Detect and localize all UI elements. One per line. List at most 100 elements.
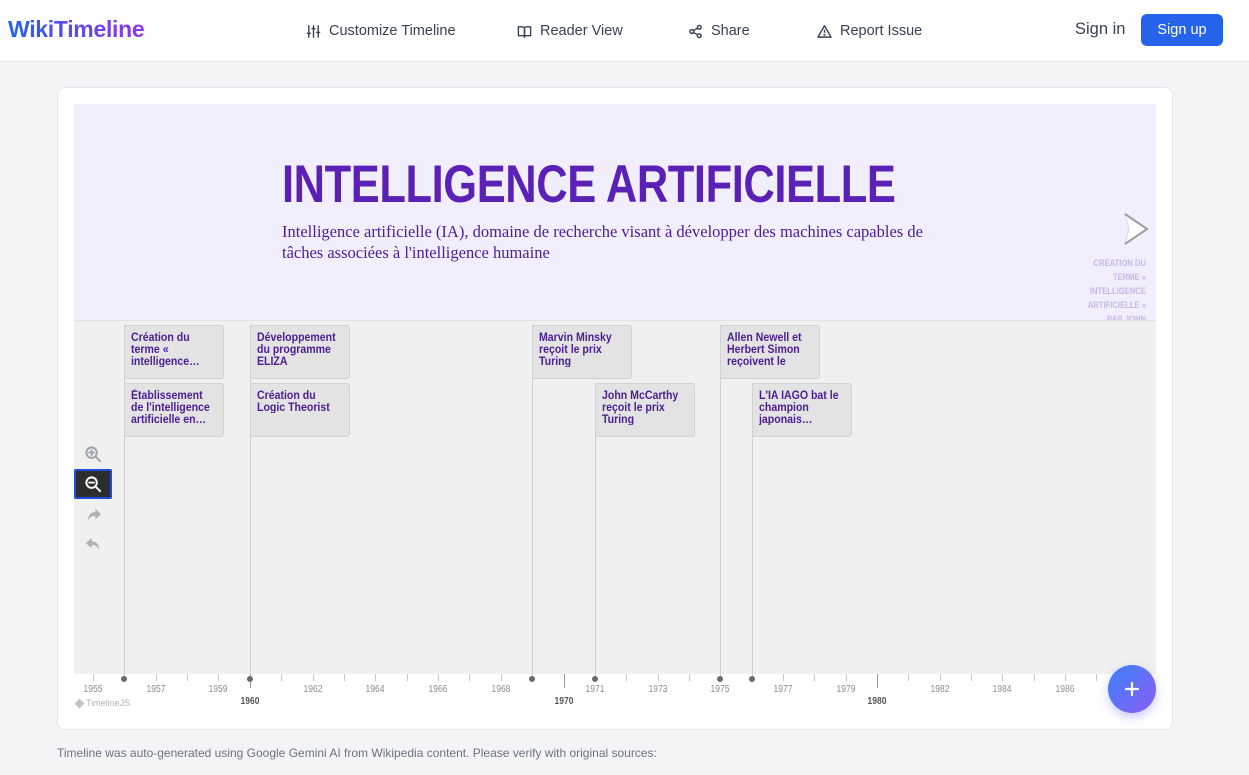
axis-tick (689, 674, 690, 681)
event-card[interactable]: L'IA IAGO bat le champion japonais… (752, 383, 852, 437)
logo[interactable]: WikiTimeline (8, 16, 145, 43)
title-slide: INTELLIGENCE ARTIFICIELLE Intelligence a… (74, 104, 1156, 320)
event-title: Création du terme « intelligence… (131, 331, 200, 367)
event-card[interactable]: Création du Logic Theorist (250, 383, 350, 437)
undo-button[interactable] (74, 529, 112, 559)
event-title: Établissement de l'intelligence artifici… (131, 389, 210, 425)
axis-tick (187, 674, 188, 681)
axis-tick (877, 674, 878, 688)
axis-year-label: 1979 (836, 684, 856, 695)
share-button[interactable]: Share (688, 21, 750, 41)
event-marker-dot (592, 676, 598, 682)
customize-timeline-button[interactable]: Customize Timeline (306, 21, 456, 41)
customize-timeline-label: Customize Timeline (329, 23, 456, 39)
event-card[interactable]: Création du terme « intelligence… (124, 325, 224, 379)
event-card[interactable]: Développement du programme ELIZA (250, 325, 350, 379)
axis-tick (1065, 674, 1066, 681)
share-icon (689, 24, 702, 38)
axis-tick (281, 674, 282, 681)
axis-tick (344, 674, 345, 681)
redo-button[interactable] (74, 500, 112, 530)
zoom-out-button[interactable] (74, 469, 112, 499)
sign-up-button[interactable]: Sign up (1141, 14, 1223, 46)
event-marker-dot (247, 676, 253, 682)
axis-tick (1096, 674, 1097, 681)
axis-tick (971, 674, 972, 681)
zoom-out-icon (84, 475, 101, 492)
axis-year-label: 1975 (710, 684, 730, 695)
event-card[interactable]: Marvin Minsky reçoit le prix Turing (532, 325, 632, 379)
timeline-event[interactable]: Marvin Minsky reçoit le prix Turing (532, 325, 632, 675)
event-title: John McCarthy reçoit le prix Turing (602, 389, 679, 425)
book-open-icon (517, 25, 532, 38)
axis-year-label: 1984 (992, 684, 1012, 695)
event-title: Allen Newell et Herbert Simon reçoivent … (727, 331, 802, 367)
event-card[interactable]: Allen Newell et Herbert Simon reçoivent … (720, 325, 820, 379)
axis-year-label: 1986 (1055, 684, 1075, 695)
axis-tick (438, 674, 439, 681)
time-axis: 1955 1957 1959 1962 1964 1966 1968 1971 … (74, 674, 1156, 714)
reader-view-button[interactable]: Reader View (517, 21, 623, 41)
sign-in-link[interactable]: Sign in (1075, 20, 1125, 39)
axis-year-label: 1973 (648, 684, 668, 695)
ai-disclaimer: Timeline was auto-generated using Google… (57, 746, 657, 760)
axis-tick (564, 674, 565, 688)
timelinejs-logo-icon (74, 698, 85, 708)
axis-tick (375, 674, 376, 681)
axis-major-year-label: 1960 (240, 696, 260, 707)
axis-year-label: 1977 (773, 684, 793, 695)
timeline-event[interactable]: Création du Logic Theorist (250, 383, 350, 437)
axis-year-label: 1957 (146, 684, 166, 695)
axis-year-label: 1982 (930, 684, 950, 695)
next-slide-arrow-icon[interactable] (1121, 212, 1151, 246)
axis-major-year-label: 1970 (554, 696, 574, 707)
axis-tick (218, 674, 219, 681)
event-title: Développement du programme ELIZA (257, 331, 336, 367)
slide-title: INTELLIGENCE ARTIFICIELLE (282, 155, 896, 214)
alert-triangle-icon (817, 24, 832, 38)
report-issue-label: Report Issue (840, 23, 923, 39)
event-card[interactable]: Établissement de l'intelligence artifici… (124, 383, 224, 437)
sliders-icon (306, 24, 321, 38)
axis-tick (1034, 674, 1035, 681)
axis-tick (469, 674, 470, 681)
axis-tick (846, 674, 847, 681)
timeline-event[interactable]: Établissement de l'intelligence artifici… (124, 383, 224, 437)
axis-tick (313, 674, 314, 681)
axis-year-label: 1964 (365, 684, 385, 695)
axis-tick (908, 674, 909, 681)
next-slide-label[interactable]: CRÉATION DU TERME « INTELLIGENCE ARTIFIC… (1073, 256, 1146, 320)
axis-tick (1002, 674, 1003, 681)
timeline-event[interactable]: John McCarthy reçoit le prix Turing (595, 383, 695, 675)
event-marker-dot (717, 676, 723, 682)
redo-icon (87, 508, 101, 521)
axis-tick (658, 674, 659, 681)
axis-tick (814, 674, 815, 681)
axis-tick (156, 674, 157, 681)
timeline-event[interactable]: L'IA IAGO bat le champion japonais… (752, 383, 852, 675)
zoom-in-button[interactable] (74, 439, 112, 469)
plus-icon (1124, 681, 1140, 697)
axis-year-label: 1959 (208, 684, 228, 695)
event-marker-dot (529, 676, 535, 682)
add-event-button[interactable] (1108, 665, 1156, 713)
timelinejs-attribution[interactable]: TimelineJS (74, 698, 130, 708)
event-marker-dot (749, 676, 755, 682)
report-issue-button[interactable]: Report Issue (817, 21, 922, 41)
event-marker-dot (121, 676, 127, 682)
event-card[interactable]: John McCarthy reçoit le prix Turing (595, 383, 695, 437)
axis-year-label: 1968 (491, 684, 511, 695)
axis-tick (93, 674, 94, 681)
slide-description: Intelligence artificielle (IA), domaine … (282, 222, 923, 262)
axis-tick (407, 674, 408, 681)
axis-tick (501, 674, 502, 681)
axis-tick (626, 674, 627, 681)
event-title: Création du Logic Theorist (257, 389, 330, 413)
axis-tick (783, 674, 784, 681)
timeline-event[interactable]: Allen Newell et Herbert Simon reçoivent … (720, 325, 820, 675)
timeline-event[interactable]: Développement du programme ELIZA (250, 325, 350, 675)
timeline-event[interactable]: Création du terme « intelligence… (124, 325, 224, 675)
event-title: Marvin Minsky reçoit le prix Turing (539, 331, 612, 367)
axis-year-label: 1955 (83, 684, 103, 695)
top-navbar: WikiTimeline Customize Timeline Reader V… (0, 0, 1249, 62)
